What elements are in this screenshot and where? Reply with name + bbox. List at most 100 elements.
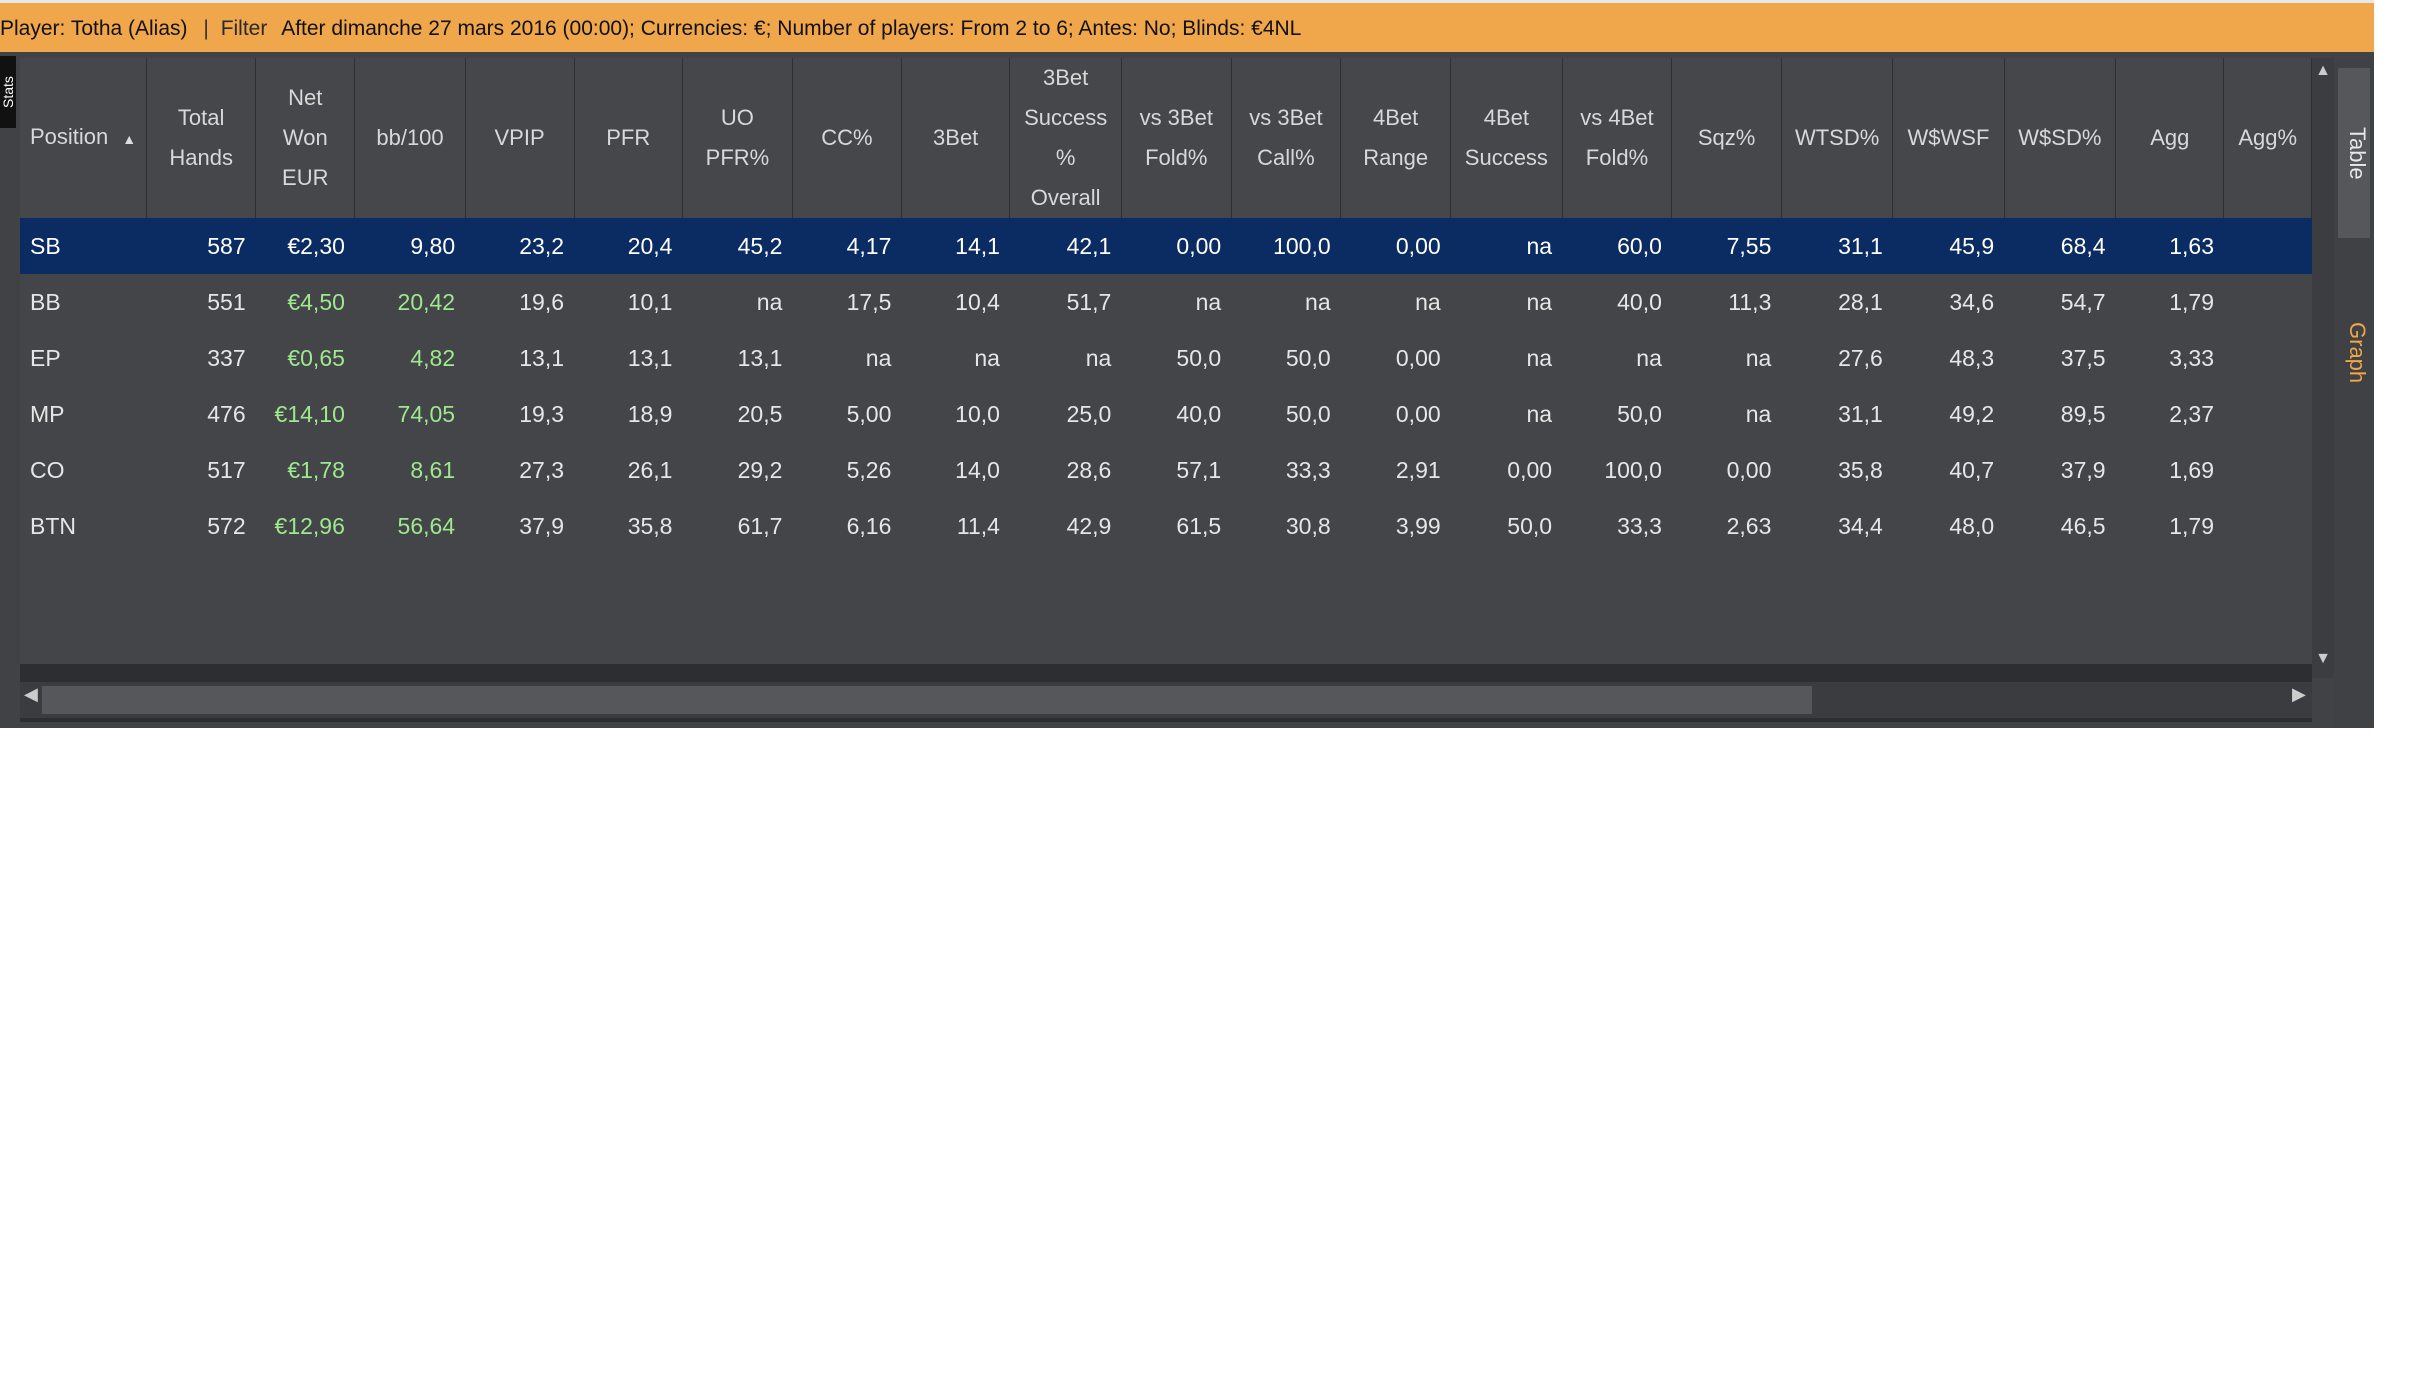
column-header[interactable]: WTSD% bbox=[1781, 58, 1894, 218]
stat-cell: 30,8 bbox=[1285, 512, 1331, 539]
column-header[interactable]: 4Bet Success bbox=[1450, 58, 1563, 218]
column-header[interactable]: VPIP bbox=[465, 58, 575, 218]
stat-cell: 20,42 bbox=[397, 288, 456, 315]
stat-cell: 476 bbox=[207, 400, 246, 427]
filter-label[interactable]: Filter bbox=[221, 3, 268, 52]
column-header[interactable]: Agg% bbox=[2223, 58, 2312, 218]
stat-cell: 19,3 bbox=[519, 400, 565, 427]
stat-cell: 25,0 bbox=[1066, 400, 1112, 427]
stat-cell: 6,16 bbox=[846, 512, 892, 539]
arrow-up-icon[interactable]: ▲ bbox=[2312, 62, 2334, 80]
table-row[interactable]: MP 476 €14,10 74,05 19,3 18,9 20,5 5,00 10,0 25,0… bbox=[20, 386, 2312, 442]
arrow-left-icon[interactable]: ◀ bbox=[24, 684, 38, 705]
column-header[interactable]: Net Won EUR bbox=[255, 58, 356, 218]
column-header[interactable]: UO PFR% bbox=[682, 58, 793, 218]
column-header-label: UO PFR% bbox=[705, 105, 770, 170]
stat-cell: na bbox=[974, 344, 1000, 371]
stat-cell bbox=[2224, 498, 2312, 554]
stat-cell: 40,7 bbox=[1949, 456, 1995, 483]
stat-cell: 17,5 bbox=[846, 288, 892, 315]
stat-cell: 33,3 bbox=[1617, 512, 1662, 539]
vertical-scrollbar[interactable]: ▲ ▼ bbox=[2312, 58, 2334, 678]
stat-cell: 587 bbox=[146, 218, 256, 274]
position-cell: EP bbox=[30, 344, 61, 371]
stat-cell: 0,00 bbox=[1121, 218, 1232, 274]
stat-cell: 50,0 bbox=[1507, 512, 1553, 539]
column-header-label: VPIP bbox=[494, 125, 545, 150]
stat-cell: na bbox=[1415, 288, 1441, 315]
column-header[interactable]: vs 3Bet Fold% bbox=[1121, 58, 1232, 218]
table-row[interactable]: CO 517 €1,78 8,61 27,3 26,1 29,2 5,26 14,0 28,6 57… bbox=[20, 442, 2312, 498]
column-header[interactable]: 4Bet Range bbox=[1340, 58, 1452, 218]
stat-cell: 1,79 bbox=[2169, 512, 2214, 539]
stat-cell: €12,96 bbox=[274, 512, 345, 539]
stat-cell: na bbox=[1085, 344, 1112, 371]
stat-cell: na bbox=[1526, 288, 1553, 315]
stat-cell: €0,65 bbox=[287, 344, 345, 371]
scrollbar-thumb[interactable] bbox=[42, 686, 1812, 714]
sort-up-icon: ▲ bbox=[122, 131, 137, 147]
stat-cell: 0,00 bbox=[1507, 456, 1553, 483]
stat-cell: 10,4 bbox=[955, 288, 1000, 315]
stat-cell: 4,82 bbox=[410, 344, 456, 371]
stat-cell: 13,1 bbox=[519, 344, 565, 371]
stat-cell: 28,1 bbox=[1838, 288, 1883, 315]
column-header-label: vs 4Bet Fold% bbox=[1580, 105, 1654, 170]
stat-cell: 42,1 bbox=[1009, 218, 1122, 274]
table-row[interactable]: BTN 572 €12,96 56,64 37,9 35,8 61,7 6,16 11,4 42,… bbox=[20, 498, 2312, 554]
stat-cell: 0,00 bbox=[1395, 400, 1441, 427]
stat-cell: 56,64 bbox=[397, 512, 456, 539]
column-header[interactable]: Total Hands bbox=[146, 58, 257, 218]
stat-cell: 3,33 bbox=[2169, 344, 2214, 371]
stat-cell: 2,37 bbox=[2169, 400, 2214, 427]
tab-graph[interactable]: Graph bbox=[2338, 278, 2370, 428]
column-header-label: W$WSF bbox=[1907, 125, 1990, 150]
horizontal-scrollbar[interactable]: ◀ ▶ bbox=[20, 682, 2312, 718]
stat-cell: 74,05 bbox=[397, 400, 456, 427]
column-header[interactable]: vs 4Bet Fold% bbox=[1562, 58, 1673, 218]
stat-cell: na bbox=[1636, 344, 1662, 371]
stats-tab[interactable]: Stats bbox=[0, 56, 16, 128]
stat-cell: 26,1 bbox=[627, 456, 673, 483]
column-header[interactable]: Sqz% bbox=[1671, 58, 1782, 218]
column-header-label: Position bbox=[30, 124, 109, 149]
position-cell: BB bbox=[30, 288, 61, 315]
stat-cell bbox=[2224, 442, 2312, 498]
column-header[interactable]: vs 3Bet Call% bbox=[1231, 58, 1342, 218]
tab-table[interactable]: Table bbox=[2338, 68, 2370, 238]
stat-cell: 0,00 bbox=[1340, 218, 1451, 274]
stat-cell: 1,79 bbox=[2169, 288, 2214, 315]
column-header-label: Net Won EUR bbox=[282, 85, 329, 190]
column-header[interactable]: Agg bbox=[2115, 58, 2225, 218]
arrow-down-icon[interactable]: ▼ bbox=[2312, 650, 2334, 668]
column-header[interactable]: 3Bet Success % Overall bbox=[1009, 58, 1122, 218]
column-header[interactable]: PFR bbox=[574, 58, 683, 218]
table-row[interactable]: EP 337 €0,65 4,82 13,1 13,1 13,1 na na na 50,0 50,0… bbox=[20, 330, 2312, 386]
column-header[interactable]: CC% bbox=[792, 58, 902, 218]
arrow-right-icon[interactable]: ▶ bbox=[2292, 684, 2306, 705]
column-header-label: Agg bbox=[2150, 125, 2190, 150]
stat-cell: 572 bbox=[207, 512, 246, 539]
stat-cell: 35,8 bbox=[1838, 456, 1883, 483]
stat-cell: 8,61 bbox=[410, 456, 456, 483]
column-header[interactable]: 3Bet bbox=[901, 58, 1011, 218]
column-header-label: WTSD% bbox=[1794, 125, 1880, 150]
column-header-label: W$SD% bbox=[2018, 125, 2102, 150]
stat-cell: 51,7 bbox=[1066, 288, 1112, 315]
table-row[interactable]: SB 587 €2,30 9,80 23,2 20,4 45,2 4,17 14,1 42,1 0,… bbox=[20, 218, 2312, 274]
column-header[interactable]: W$WSF bbox=[1892, 58, 2005, 218]
column-header[interactable]: bb/100 bbox=[354, 58, 466, 218]
stat-cell: 20,5 bbox=[737, 400, 783, 427]
stat-cell: na bbox=[1450, 218, 1563, 274]
table-row[interactable]: BB 551 €4,50 20,42 19,6 10,1 na 17,5 10,4 51,7 na n… bbox=[20, 274, 2312, 330]
stat-cell: 10,1 bbox=[627, 288, 673, 315]
stat-cell: 9,80 bbox=[354, 218, 466, 274]
column-header[interactable]: W$SD% bbox=[2004, 58, 2117, 218]
column-header[interactable]: Position ▲ bbox=[20, 58, 148, 218]
stat-cell: 40,0 bbox=[1617, 288, 1662, 315]
position-cell: SB bbox=[20, 218, 147, 274]
column-header-label: vs 3Bet Call% bbox=[1249, 105, 1323, 170]
filter-text: After dimanche 27 mars 2016 (00:00); Cur… bbox=[281, 17, 1302, 40]
stat-cell: 7,55 bbox=[1671, 218, 1782, 274]
player-label: Player: Totha (Alias) bbox=[0, 17, 188, 40]
